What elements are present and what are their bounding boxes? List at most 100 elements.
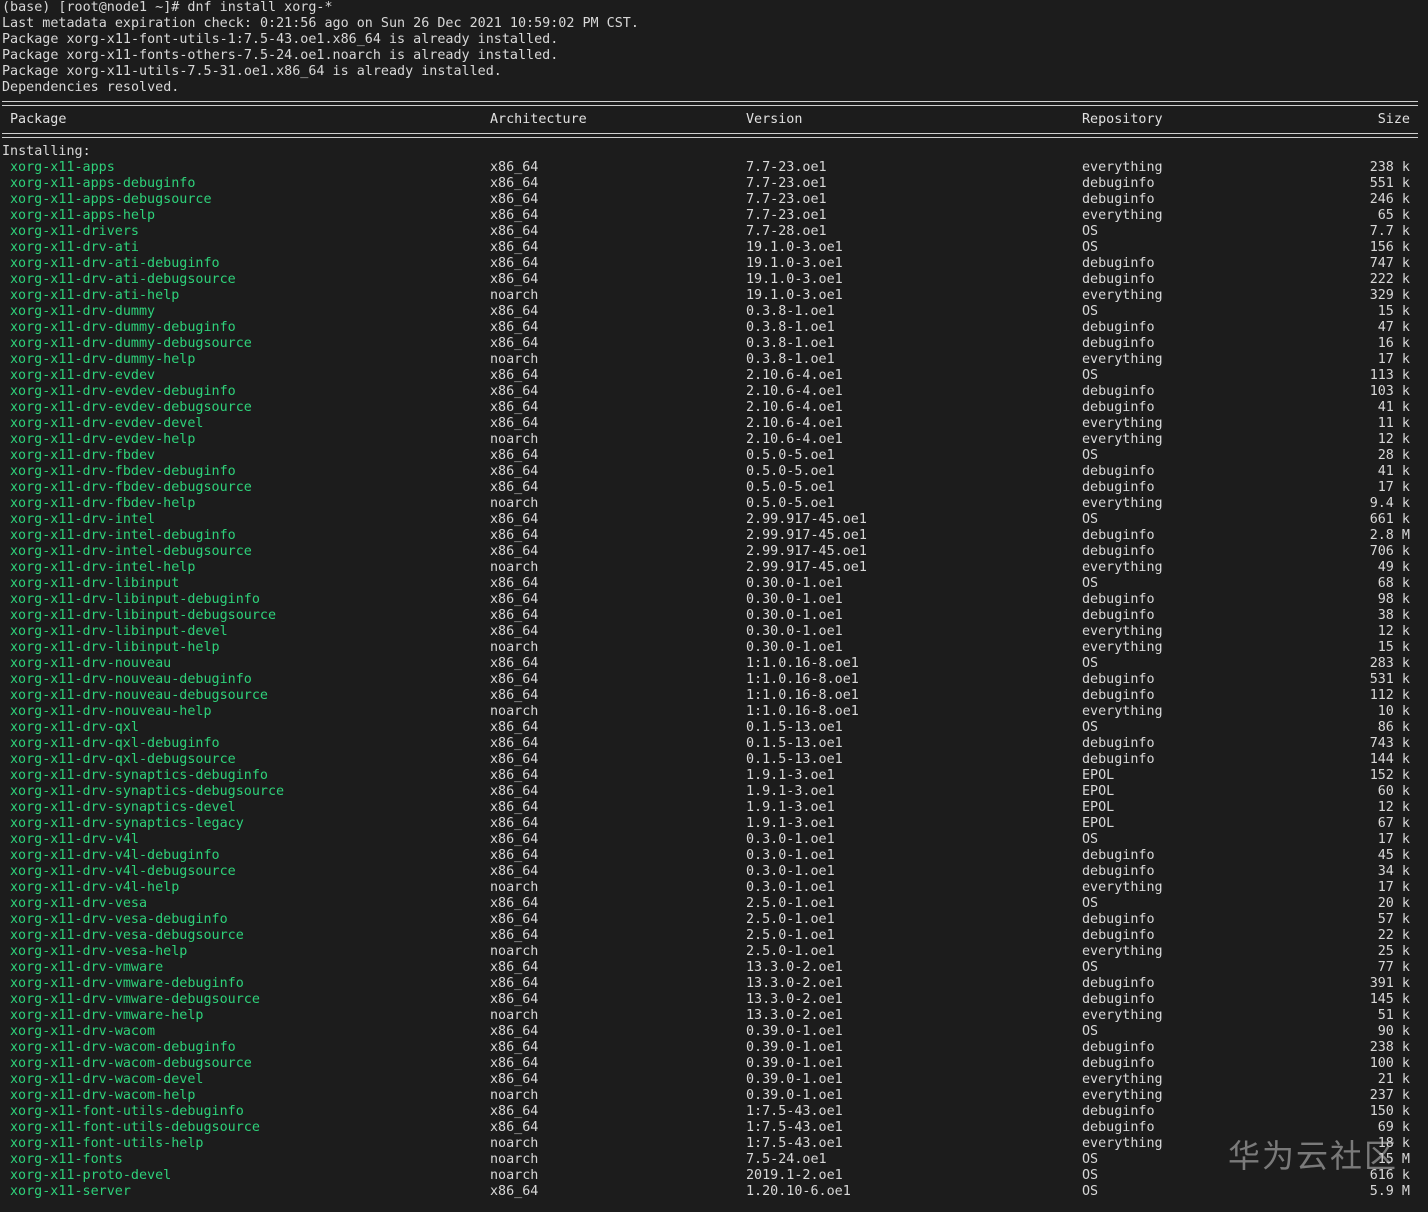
table-row: xorg-x11-drv-wacom-devel x86_64 0.39.0-1.o… xyxy=(2,1072,1422,1088)
table-row: xorg-x11-drv-libinput-devel x86_64 0.30.0-… xyxy=(2,624,1422,640)
package-repository: debuginfo xyxy=(1082,464,1155,479)
package-architecture: x86_64 xyxy=(490,368,539,383)
package-size: 12 k xyxy=(1377,624,1410,639)
package-architecture: x86_64 xyxy=(490,320,539,335)
package-repository: debuginfo xyxy=(1082,384,1155,399)
package-repository: everything xyxy=(1082,1136,1163,1151)
package-size: 17 k xyxy=(1377,352,1410,367)
package-version: 0.30.0-1.oe1 xyxy=(746,624,843,639)
table-row: xorg-x11-drv-nouveau x86_64 1:1.0.16-8.oe1… xyxy=(2,656,1422,672)
package-repository: debuginfo xyxy=(1082,688,1155,703)
package-repository: OS xyxy=(1082,448,1099,463)
table-row: xorg-x11-drv-v4l-debugsource x86_64 0.3.0-… xyxy=(2,864,1422,880)
package-repository: debuginfo xyxy=(1082,256,1155,271)
package-architecture: x86_64 xyxy=(490,272,539,287)
table-row: xorg-x11-drv-wacom-debugsource x86_64 0.39… xyxy=(2,1056,1422,1072)
package-architecture: x86_64 xyxy=(490,400,539,415)
package-name: xorg-x11-drv-evdev-help xyxy=(10,432,196,447)
table-row: xorg-x11-fonts noarch 7.5-24.oe1 OS 15 M xyxy=(2,1152,1422,1168)
package-repository: OS xyxy=(1082,832,1099,847)
package-size: 5.9 M xyxy=(1369,1184,1410,1199)
package-repository: debuginfo xyxy=(1082,176,1155,191)
package-architecture: x86_64 xyxy=(490,576,539,591)
package-repository: OS xyxy=(1082,512,1099,527)
table-row: xorg-x11-drv-fbdev-help noarch 0.5.0-5.oe1… xyxy=(2,496,1422,512)
package-name: xorg-x11-drv-wacom-debugsource xyxy=(10,1056,252,1071)
table-row: xorg-x11-drv-wacom-help noarch 0.39.0-1.oe… xyxy=(2,1088,1422,1104)
package-repository: EPOL xyxy=(1082,784,1115,799)
table-row: xorg-x11-drv-intel-help noarch 2.99.917-45… xyxy=(2,560,1422,576)
package-size: 222 k xyxy=(1369,272,1410,287)
package-size: 238 k xyxy=(1369,1040,1410,1055)
package-name: xorg-x11-drv-vmware-debugsource xyxy=(10,992,260,1007)
package-repository: debuginfo xyxy=(1082,736,1155,751)
package-version: 0.5.0-5.oe1 xyxy=(746,464,835,479)
package-repository: everything xyxy=(1082,352,1163,367)
package-architecture: x86_64 xyxy=(490,176,539,191)
package-size: 77 k xyxy=(1377,960,1410,975)
package-architecture: x86_64 xyxy=(490,1040,539,1055)
package-version: 19.1.0-3.oe1 xyxy=(746,240,843,255)
package-size: 28 k xyxy=(1377,448,1410,463)
package-version: 0.1.5-13.oe1 xyxy=(746,720,843,735)
package-repository: debuginfo xyxy=(1082,608,1155,623)
package-version: 0.39.0-1.oe1 xyxy=(746,1024,843,1039)
package-version: 1.9.1-3.oe1 xyxy=(746,816,835,831)
package-size: 2.8 M xyxy=(1369,528,1410,543)
terminal-window[interactable]: (base) [root@node1 ~]# dnf install xorg-… xyxy=(2,0,1422,1212)
package-repository: everything xyxy=(1082,208,1163,223)
package-name: xorg-x11-drv-synaptics-debuginfo xyxy=(10,768,268,783)
package-version: 2.10.6-4.oe1 xyxy=(746,400,843,415)
package-name: xorg-x11-drv-synaptics-legacy xyxy=(10,816,244,831)
package-name: xorg-x11-drivers xyxy=(10,224,139,239)
package-version: 1:1.0.16-8.oe1 xyxy=(746,704,859,719)
package-architecture: x86_64 xyxy=(490,864,539,879)
package-size: 41 k xyxy=(1377,464,1410,479)
package-architecture: noarch xyxy=(490,640,539,655)
package-version: 7.7-23.oe1 xyxy=(746,160,827,175)
package-name: xorg-x11-apps-debuginfo xyxy=(10,176,196,191)
output-line: Package xorg-x11-utils-7.5-31.oe1.x86_64… xyxy=(2,64,502,79)
table-row: xorg-x11-drivers x86_64 7.7-28.oe1 OS 7.7 k xyxy=(2,224,1422,240)
package-architecture: x86_64 xyxy=(490,416,539,431)
package-name: xorg-x11-drv-wacom xyxy=(10,1024,156,1039)
package-version: 7.7-28.oe1 xyxy=(746,224,827,239)
package-architecture: x86_64 xyxy=(490,768,539,783)
table-row: xorg-x11-drv-evdev-help noarch 2.10.6-4.oe… xyxy=(2,432,1422,448)
package-version: 2.10.6-4.oe1 xyxy=(746,432,843,447)
package-size: 47 k xyxy=(1377,320,1410,335)
package-architecture: x86_64 xyxy=(490,592,539,607)
package-architecture: noarch xyxy=(490,1152,539,1167)
package-name: xorg-x11-font-utils-help xyxy=(10,1136,204,1151)
table-row: xorg-x11-drv-vmware-debuginfo x86_64 13.3.… xyxy=(2,976,1422,992)
table-row: xorg-x11-drv-libinput-help noarch 0.30.0-1… xyxy=(2,640,1422,656)
package-name: xorg-x11-drv-dummy-help xyxy=(10,352,196,367)
package-name: xorg-x11-drv-vmware xyxy=(10,960,164,975)
table-row: xorg-x11-drv-vesa-debuginfo x86_64 2.5.0-1… xyxy=(2,912,1422,928)
table-row: xorg-x11-drv-wacom x86_64 0.39.0-1.oe1 OS 90… xyxy=(2,1024,1422,1040)
package-name: xorg-x11-font-utils-debugsource xyxy=(10,1120,260,1135)
package-architecture: x86_64 xyxy=(490,672,539,687)
package-architecture: x86_64 xyxy=(490,992,539,1007)
header-architecture: Architecture xyxy=(490,112,587,127)
package-architecture: x86_64 xyxy=(490,608,539,623)
package-architecture: x86_64 xyxy=(490,688,539,703)
package-version: 0.30.0-1.oe1 xyxy=(746,640,843,655)
table-row: xorg-x11-font-utils-debuginfo x86_64 1:7.5… xyxy=(2,1104,1422,1120)
package-size: 661 k xyxy=(1369,512,1410,527)
package-repository: everything xyxy=(1082,640,1163,655)
package-size: 283 k xyxy=(1369,656,1410,671)
package-name: xorg-x11-drv-vmware-debuginfo xyxy=(10,976,244,991)
package-repository: debuginfo xyxy=(1082,848,1155,863)
package-architecture: x86_64 xyxy=(490,528,539,543)
package-size: 67 k xyxy=(1377,816,1410,831)
package-size: 21 k xyxy=(1377,1072,1410,1087)
table-row: xorg-x11-drv-intel x86_64 2.99.917-45.oe1 O… xyxy=(2,512,1422,528)
package-name: xorg-x11-drv-nouveau-help xyxy=(10,704,212,719)
package-name: xorg-x11-drv-ati-help xyxy=(10,288,180,303)
package-name: xorg-x11-drv-libinput xyxy=(10,576,180,591)
package-size: 7.7 k xyxy=(1369,224,1410,239)
package-name: xorg-x11-drv-fbdev xyxy=(10,448,156,463)
table-row: xorg-x11-drv-vmware-debugsource x86_64 13.… xyxy=(2,992,1422,1008)
table-row: xorg-x11-font-utils-help noarch 1:7.5-43.o… xyxy=(2,1136,1422,1152)
